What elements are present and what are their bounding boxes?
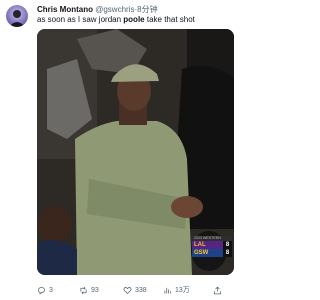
- scoreboard: 2023 WESTERN LAL 8 GSW 8: [192, 236, 232, 257]
- tweet-media-image[interactable]: 2023 WESTERN LAL 8 GSW 8: [37, 29, 234, 275]
- tweet-header: Chris Montano @gswchris·8分钟: [37, 4, 158, 15]
- reply-count: 3: [49, 286, 53, 294]
- share-button[interactable]: [213, 286, 222, 295]
- heart-icon: [123, 286, 132, 294]
- tweet-actions: 3 93 338 13万: [37, 284, 277, 296]
- score-row-gsw: GSW 8: [192, 249, 232, 257]
- views-icon: [164, 287, 171, 293]
- tweet-text: as soon as I saw jordan poole take that …: [37, 15, 195, 24]
- views-button[interactable]: 13万: [163, 285, 190, 295]
- avatar[interactable]: [6, 5, 28, 27]
- author-handle[interactable]: @gswchris: [95, 5, 134, 14]
- team-abbr: GSW: [192, 249, 223, 257]
- author-name[interactable]: Chris Montano: [37, 5, 93, 14]
- tweet-time[interactable]: 8分钟: [137, 5, 157, 14]
- share-icon: [214, 286, 221, 294]
- views-count: 13万: [175, 287, 190, 294]
- retweet-button[interactable]: 93: [79, 286, 99, 295]
- retweet-count: 93: [91, 286, 99, 294]
- reply-button[interactable]: 3: [37, 286, 53, 295]
- retweet-icon: [80, 286, 87, 294]
- score-row-lal: LAL 8: [192, 241, 232, 249]
- tweet-text-after: take that shot: [144, 15, 195, 24]
- tweet-text-before: as soon as I saw jordan: [37, 15, 124, 24]
- tweet-text-bold: poole: [123, 15, 145, 24]
- reply-icon: [38, 286, 45, 295]
- team-score: 8: [223, 241, 232, 249]
- like-button[interactable]: 338: [123, 286, 147, 295]
- like-count: 338: [135, 286, 147, 294]
- team-abbr: LAL: [192, 241, 223, 249]
- team-score: 8: [223, 249, 232, 257]
